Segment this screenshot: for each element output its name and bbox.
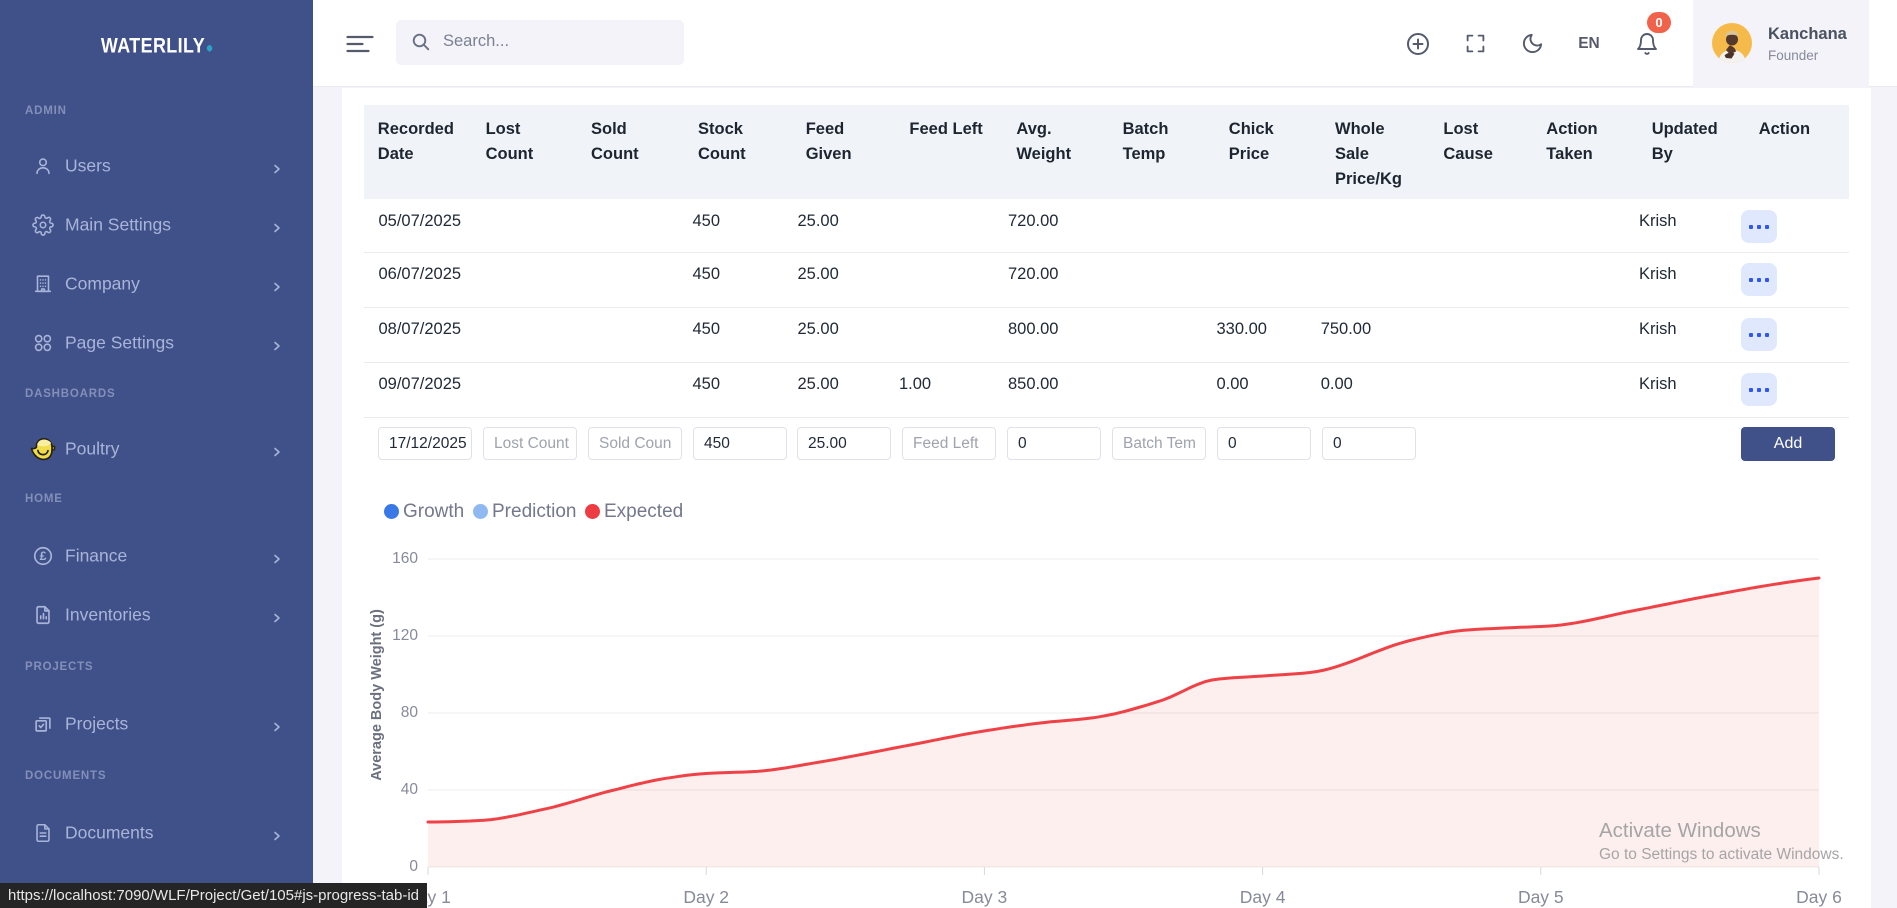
svg-text:0: 0 [409, 858, 418, 875]
svg-text:£: £ [40, 549, 47, 563]
svg-text:Day 2: Day 2 [683, 887, 729, 907]
svg-text:80: 80 [401, 704, 419, 721]
svg-text:Day 4: Day 4 [1240, 887, 1286, 907]
svg-text:Day 5: Day 5 [1518, 887, 1564, 907]
svg-text:120: 120 [392, 627, 418, 644]
svg-text:160: 160 [392, 550, 418, 567]
svg-text:Day 3: Day 3 [962, 887, 1008, 907]
svg-text:40: 40 [401, 781, 419, 798]
svg-text:Average Body Weight (g): Average Body Weight (g) [370, 609, 385, 781]
svg-text:Day 6: Day 6 [1796, 887, 1842, 907]
